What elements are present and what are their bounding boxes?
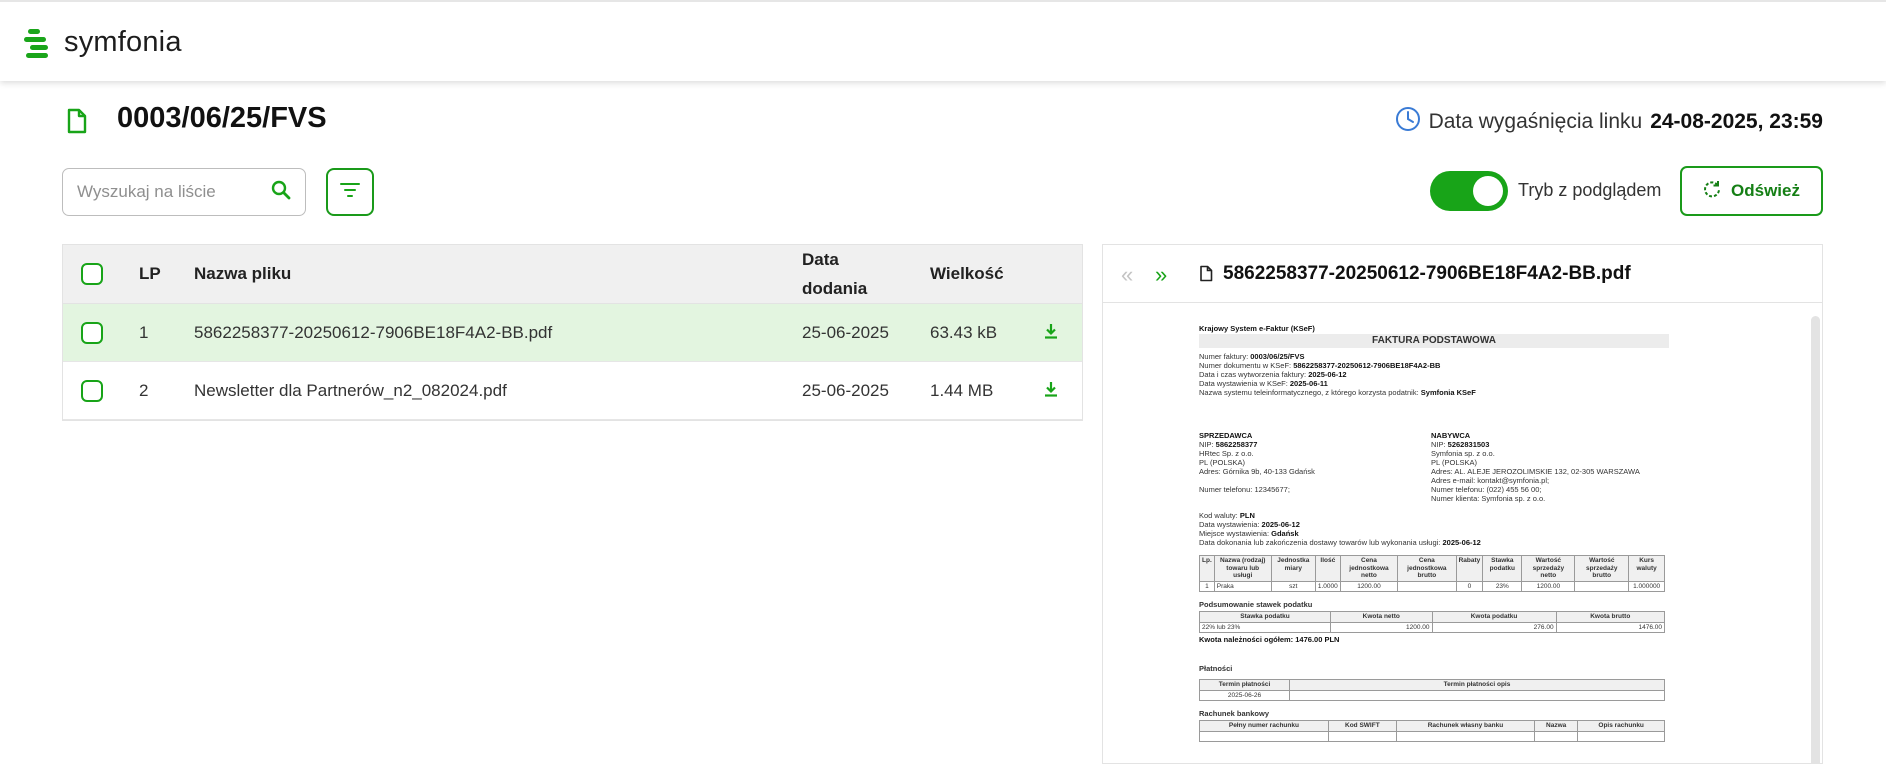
row-date: 25-06-2025 [802, 381, 889, 400]
invoice-preview[interactable]: Krajowy System e-Faktur (KSeF) FAKTURA P… [1103, 304, 1822, 764]
invoice-parties: SPRZEDAWCA NIP: 5862258377 HRtec Sp. z o… [1199, 431, 1669, 503]
search-box [62, 168, 306, 216]
invoice-items-table: Lp. Nazwa (rodzaj) towaru lub usługi Jedn… [1199, 555, 1665, 592]
invoice-total: Kwota należności ogółem: 1476.00 PLN [1199, 635, 1340, 644]
row-size: 1.44 MB [930, 381, 994, 400]
logo-text: symfonia [64, 26, 182, 58]
files-table: LP Nazwa pliku Data dodania Wielkość 1 5… [62, 244, 1083, 421]
vat-summary-title: Podsumowanie stawek podatku [1199, 600, 1313, 609]
column-date-line2[interactable]: dodania [802, 279, 867, 299]
next-file-icon[interactable]: » [1155, 262, 1167, 288]
search-icon[interactable] [271, 180, 291, 205]
preview-mode-toggle[interactable] [1430, 171, 1508, 211]
preview-scrollbar[interactable] [1811, 316, 1820, 764]
top-bar: symfonia [0, 0, 1886, 81]
invoice-system: Krajowy System e-Faktur (KSeF) [1199, 324, 1315, 333]
logo-mark-icon [24, 27, 50, 59]
column-lp[interactable]: LP [139, 264, 161, 284]
symfonia-logo[interactable]: symfonia [24, 26, 182, 59]
invoice-details: Kod waluty: PLN Data wystawienia: 2025-0… [1199, 511, 1481, 547]
row-file-name[interactable]: Newsletter dla Partnerów_n2_082024.pdf [194, 381, 507, 401]
invoice-seller: SPRZEDAWCA NIP: 5862258377 HRtec Sp. z o… [1199, 431, 1315, 494]
download-icon[interactable] [1044, 323, 1058, 344]
table-row[interactable]: 2 Newsletter dla Partnerów_n2_082024.pdf… [63, 362, 1082, 420]
vat-summary-table: Stawka podatku Kwota netto Kwota podatku K… [1198, 611, 1666, 633]
row-size: 63.43 kB [930, 323, 998, 342]
payment-title: Płatności [1199, 664, 1233, 673]
select-all-checkbox[interactable] [81, 263, 103, 285]
document-icon [66, 108, 88, 139]
preview-header: « » 5862258377-20250612-7906BE18F4A2-BB.… [1103, 245, 1822, 303]
refresh-label: Odśwież [1731, 181, 1800, 200]
column-name[interactable]: Nazwa pliku [194, 264, 291, 284]
table-header: LP Nazwa pliku Data dodania Wielkość [63, 245, 1082, 304]
payment-table: Termin płatności Termin płatności opis 20… [1199, 679, 1665, 701]
expiry-label: Data wygaśnięcia linku [1428, 110, 1643, 133]
preview-file-name: 5862258377-20250612-7906BE18F4A2-BB.pdf [1223, 263, 1631, 284]
toggle-knob [1473, 176, 1503, 206]
previous-file-icon[interactable]: « [1121, 262, 1133, 288]
preview-mode-label: Tryb z podglądem [1518, 180, 1662, 200]
bank-account-title: Rachunek bankowy [1199, 709, 1270, 718]
invoice-document: Krajowy System e-Faktur (KSeF) FAKTURA P… [1198, 324, 1669, 742]
row-checkbox[interactable] [81, 380, 103, 402]
refresh-button[interactable]: Odśwież [1680, 166, 1823, 216]
download-icon[interactable] [1044, 381, 1058, 402]
invoice-meta: Numer faktury: 0003/06/25/FVS Numer doku… [1199, 352, 1476, 397]
search-input[interactable] [77, 182, 257, 202]
filter-button[interactable] [326, 168, 374, 216]
clock-icon [1395, 106, 1421, 138]
invoice-heading: FAKTURA PODSTAWOWA [1199, 334, 1669, 348]
expiry-value: 24-08-2025, 23:59 [1650, 110, 1823, 133]
preview-panel: « » 5862258377-20250612-7906BE18F4A2-BB.… [1102, 244, 1823, 764]
link-expiry: Data wygaśnięcia linku 24-08-2025, 23:59 [1395, 106, 1823, 138]
row-date: 25-06-2025 [802, 323, 889, 342]
column-date-line1[interactable]: Data [802, 250, 839, 270]
column-size[interactable]: Wielkość [930, 264, 1004, 284]
file-icon [1199, 265, 1213, 287]
row-lp: 1 [139, 323, 149, 342]
bank-account-table: Pełny numer rachunku Kod SWIFT Rachunek w… [1199, 720, 1665, 742]
table-row[interactable]: 1 5862258377-20250612-7906BE18F4A2-BB.pd… [63, 304, 1082, 362]
row-checkbox[interactable] [81, 322, 103, 344]
row-lp: 2 [139, 381, 149, 400]
filter-icon [340, 182, 360, 203]
row-file-name[interactable]: 5862258377-20250612-7906BE18F4A2-BB.pdf [194, 323, 552, 343]
refresh-icon [1703, 180, 1731, 203]
page-title: 0003/06/25/FVS [117, 102, 327, 134]
invoice-buyer: NABYWCA NIP: 5262831503 Symfonia sp. z o… [1431, 431, 1640, 503]
